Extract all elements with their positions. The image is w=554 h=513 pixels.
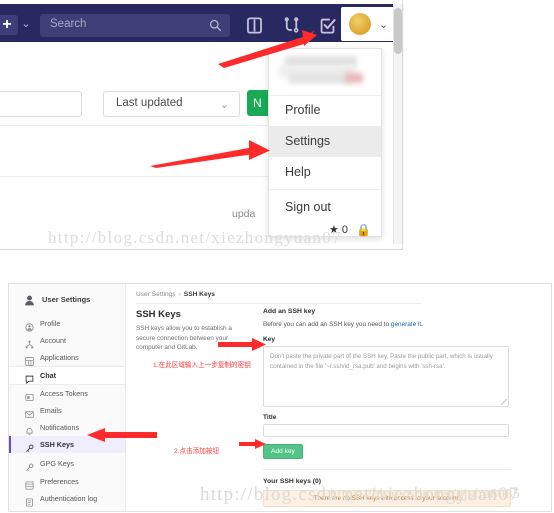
sidebar-item-label: Emails	[40, 406, 62, 415]
notifications-icon	[25, 423, 34, 435]
auth-log-icon	[25, 494, 34, 507]
sort-dropdown[interactable]: Last updated ⌄	[103, 91, 240, 117]
page-title: SSH Keys	[136, 309, 181, 320]
user-dropdown-menu: Profile Settings Help Sign out	[268, 48, 382, 237]
chat-icon	[25, 371, 34, 385]
sidebar-item-label: Applications	[40, 353, 79, 362]
search-placeholder: Search	[50, 18, 87, 30]
divider	[263, 469, 511, 470]
account-icon	[25, 336, 34, 349]
sidebar-item-label: SSH Keys	[40, 440, 74, 449]
chevron-down-icon: ⌄	[219, 99, 229, 111]
key-icon	[25, 459, 34, 471]
form-intro: Before you can add an SSH key you need t…	[263, 321, 513, 328]
top-navbar: + ⌄ Search ⌄	[0, 4, 400, 42]
sidebar-item-notifications[interactable]: Notifications	[9, 419, 125, 436]
user-menu-toggle[interactable]: ⌄	[341, 7, 399, 41]
updated-label: upda	[232, 208, 256, 220]
blur-block	[289, 73, 351, 84]
breadcrumb-separator: ›	[178, 291, 181, 298]
todos-icon[interactable]	[318, 16, 337, 35]
search-icon	[209, 19, 222, 32]
settings-sidebar: User Settings Profile Account Applicatio…	[9, 284, 126, 511]
profile-icon	[25, 319, 34, 332]
sidebar-item-gpg-keys[interactable]: GPG Keys	[9, 455, 125, 472]
sidebar-item-label: GPG Keys	[40, 459, 74, 468]
scrollbar-thumb[interactable]	[394, 8, 402, 54]
avatar	[349, 13, 371, 35]
sidebar-item-preferences[interactable]: Preferences	[9, 473, 125, 490]
emails-icon	[25, 406, 34, 418]
key-field-label: Key	[263, 336, 276, 343]
divider	[136, 303, 421, 304]
sidebar-item-chat[interactable]: Chat	[9, 366, 125, 385]
chevron-down-icon[interactable]: ⌄	[20, 18, 32, 30]
key-textarea[interactable]: Don't paste the private part of the SSH …	[263, 346, 509, 407]
sidebar-item-ssh-keys[interactable]: SSH Keys	[9, 436, 125, 453]
menu-item-settings[interactable]: Settings	[269, 126, 381, 157]
sidebar-item-label: Preferences	[40, 477, 79, 486]
sidebar-item-label: Chat	[40, 371, 56, 380]
form-intro-prefix: Before you can add an SSH key you need t…	[263, 321, 391, 328]
applications-icon	[25, 353, 34, 366]
blur-block	[345, 73, 363, 83]
ssh-keys-settings-panel: User Settings Profile Account Applicatio…	[8, 283, 552, 512]
menu-item-profile[interactable]: Profile	[269, 95, 381, 126]
merge-request-icon[interactable]	[282, 16, 301, 35]
preferences-icon	[25, 477, 34, 490]
breadcrumb-current: SSH Keys	[183, 291, 215, 298]
menu-item-help[interactable]: Help	[269, 157, 381, 188]
sidebar-item-label: Account	[40, 336, 66, 345]
sidebar-item-account[interactable]: Account	[9, 332, 125, 349]
divider	[269, 189, 381, 190]
key-placeholder: Don't paste the private part of the SSH …	[270, 353, 493, 370]
dropdown-username-blurred	[269, 49, 381, 96]
access-tokens-icon	[25, 389, 34, 401]
sidebar-item-profile[interactable]: Profile	[9, 315, 125, 332]
sidebar-item-emails[interactable]: Emails	[9, 402, 125, 419]
title-input[interactable]	[263, 424, 509, 437]
panel-edge	[0, 249, 403, 250]
divider	[0, 176, 268, 177]
sidebar-item-access-tokens[interactable]: Access Tokens	[9, 385, 125, 402]
breadcrumb-root[interactable]: User Settings	[136, 291, 176, 298]
user-icon	[23, 294, 36, 307]
annotation-step-1: 1.在此区域输入上一步复制的密钥	[153, 362, 251, 369]
sidebar-header-label: User Settings	[42, 295, 91, 304]
sidebar-item-label: Access Tokens	[40, 389, 88, 398]
panel-edge	[402, 0, 403, 250]
form-heading: Add an SSH key	[263, 308, 316, 315]
gitlab-navbar-panel: Last updated ⌄ N upda + ⌄ Search ⌄ Profi…	[0, 0, 554, 258]
sort-dropdown-label: Last updated	[116, 97, 183, 109]
chevron-down-icon: ⌄	[379, 19, 389, 31]
sidebar-item-label: Authentication log	[40, 494, 98, 503]
resize-handle-icon[interactable]	[501, 399, 507, 405]
annotation-step-2: 2.点击添加按钮	[174, 448, 220, 455]
lock-icon: 🔒	[356, 223, 371, 237]
settings-content: User Settings › SSH Keys SSH Keys SSH keys…	[126, 284, 550, 511]
sidebar-header: User Settings	[9, 290, 125, 312]
filter-input[interactable]	[0, 91, 82, 117]
divider	[0, 125, 268, 126]
new-item-button[interactable]: +	[0, 15, 18, 35]
add-key-button[interactable]: Add key	[263, 444, 303, 459]
sidebar-item-label: Profile	[40, 319, 61, 328]
breadcrumb: User Settings › SSH Keys	[136, 291, 215, 298]
page-description: SSH keys allow you to establish a secure…	[136, 325, 232, 352]
sidebar-item-applications[interactable]: Applications	[9, 349, 125, 366]
star-count: 0	[341, 224, 348, 236]
watermark-top: http://blog.csdn.net/xiezhongyuan07	[48, 228, 342, 247]
sidebar-item-authentication-log[interactable]: Authentication log	[9, 490, 125, 507]
watermark-overlay: https://blog.csdn.net/gjsfra8085	[330, 487, 521, 502]
generate-it-link[interactable]: generate it	[391, 321, 421, 328]
sidebar-item-label: Notifications	[40, 423, 80, 432]
form-intro-suffix: .	[421, 321, 423, 328]
issues-icon[interactable]	[245, 16, 264, 35]
menu-item-sign-out[interactable]: Sign out	[269, 192, 381, 223]
title-field-label: Title	[263, 414, 277, 421]
screenshot-root: Last updated ⌄ N upda + ⌄ Search ⌄ Profi…	[0, 0, 554, 513]
key-icon	[25, 440, 34, 452]
add-ssh-key-form: Add an SSH key Before you can add an SSH…	[263, 308, 513, 507]
search-input[interactable]: Search	[40, 14, 230, 37]
